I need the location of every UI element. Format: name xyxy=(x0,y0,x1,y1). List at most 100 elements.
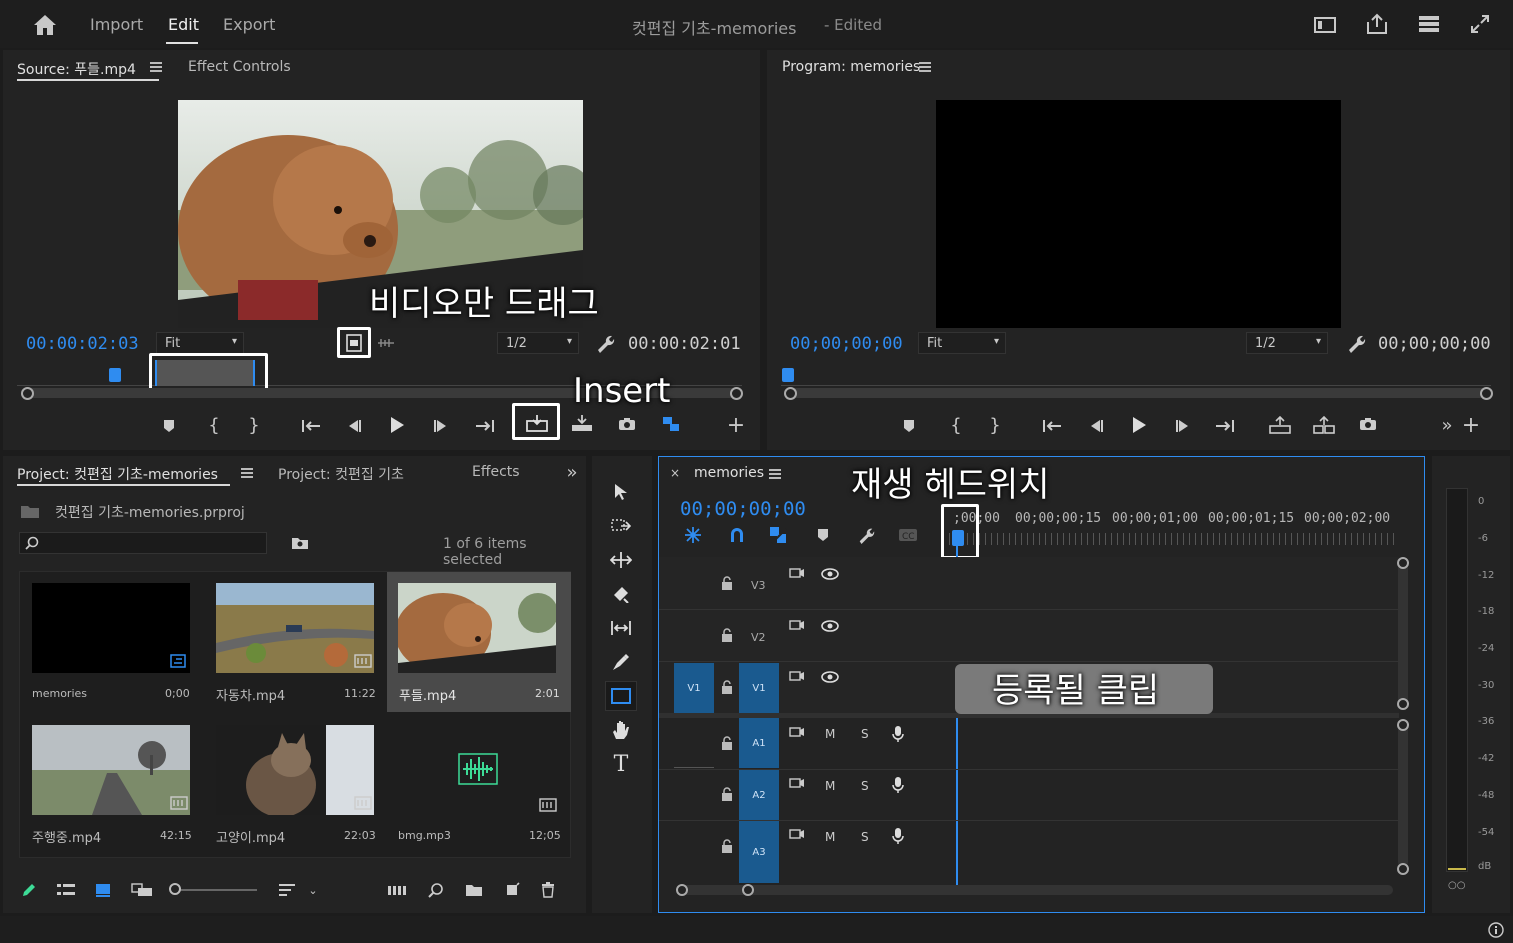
trash-icon[interactable] xyxy=(537,880,559,900)
mark-in-icon[interactable]: { xyxy=(204,414,224,436)
lock-icon[interactable] xyxy=(719,785,735,803)
scroll-handle[interactable] xyxy=(676,884,688,896)
automate-to-sequence-icon[interactable] xyxy=(385,880,409,900)
drag-audio-only-icon[interactable] xyxy=(375,335,397,351)
mute-button[interactable]: M xyxy=(825,779,835,793)
step-forward-icon[interactable] xyxy=(430,416,452,436)
program-scroll-right-handle[interactable] xyxy=(1480,387,1493,400)
find-icon[interactable] xyxy=(425,880,447,900)
nest-icon[interactable] xyxy=(682,525,704,545)
tab-project-memories[interactable]: Project: 컷편집 기초-memories xyxy=(17,464,218,484)
source-timecode-in[interactable]: 00:00:02:03 xyxy=(26,334,139,354)
microphone-icon[interactable] xyxy=(889,826,907,846)
mark-out-icon[interactable]: } xyxy=(244,414,264,436)
mark-in-icon[interactable]: { xyxy=(946,414,966,436)
panel-menu-icon[interactable] xyxy=(917,60,933,74)
source-scroll-left-handle[interactable] xyxy=(21,387,34,400)
scroll-handle[interactable] xyxy=(1397,698,1409,710)
audio-vertical-scroll[interactable] xyxy=(1398,725,1408,867)
pen-tool-icon[interactable] xyxy=(609,650,633,674)
program-scroll-bar[interactable] xyxy=(789,388,1489,398)
step-back-icon[interactable] xyxy=(1085,416,1107,436)
add-marker-icon[interactable] xyxy=(813,525,833,545)
program-resolution-select[interactable]: 1/2 ▾ xyxy=(1246,332,1328,354)
drag-video-only-icon[interactable] xyxy=(344,333,364,353)
track-target-a3[interactable]: A3 xyxy=(739,821,779,883)
eye-icon[interactable] xyxy=(820,617,840,635)
nav-import[interactable]: Import xyxy=(90,15,143,34)
solo-button[interactable]: S xyxy=(861,779,869,793)
microphone-icon[interactable] xyxy=(889,775,907,795)
microphone-icon[interactable] xyxy=(889,724,907,744)
sync-lock-icon[interactable] xyxy=(787,826,807,844)
play-icon[interactable] xyxy=(385,414,409,436)
tab-program[interactable]: Program: memories xyxy=(782,59,920,75)
source-patch-v1[interactable]: V1 xyxy=(674,663,714,713)
sync-lock-icon[interactable] xyxy=(787,668,807,686)
lock-icon[interactable] xyxy=(719,626,735,644)
captions-icon[interactable]: CC xyxy=(896,525,920,545)
step-forward-icon[interactable] xyxy=(1172,416,1194,436)
lock-icon[interactable] xyxy=(719,837,735,855)
type-tool-icon[interactable]: T xyxy=(609,752,633,777)
track-target-a2[interactable]: A2 xyxy=(739,770,779,820)
lock-icon[interactable] xyxy=(719,678,735,696)
tab-source[interactable]: Source: 푸들.mp4 xyxy=(17,59,136,79)
timeline-time-ruler[interactable] xyxy=(949,533,1397,545)
track-target-a1[interactable]: A1 xyxy=(739,718,779,768)
sync-lock-icon[interactable] xyxy=(787,565,807,583)
solo-button[interactable]: S xyxy=(861,830,869,844)
track-select-tool-icon[interactable] xyxy=(609,514,633,538)
timeline-playhead-handle[interactable] xyxy=(952,530,964,546)
nav-export[interactable]: Export xyxy=(223,15,275,34)
ripple-edit-tool-icon[interactable] xyxy=(609,548,633,572)
marker-icon[interactable] xyxy=(899,416,919,436)
program-scroll-left-handle[interactable] xyxy=(784,387,797,400)
project-search-input[interactable] xyxy=(19,532,267,554)
extract-icon[interactable] xyxy=(1311,414,1337,436)
eye-icon[interactable] xyxy=(820,668,840,686)
nav-edit[interactable]: Edit xyxy=(168,15,199,34)
lock-icon[interactable] xyxy=(719,734,735,752)
play-icon[interactable] xyxy=(1127,414,1151,436)
wrench-icon[interactable] xyxy=(855,525,877,545)
sort-icon[interactable] xyxy=(275,880,299,900)
camera-icon[interactable] xyxy=(1356,414,1380,434)
selection-tool-icon[interactable] xyxy=(609,480,633,504)
slip-tool-icon[interactable] xyxy=(609,616,633,640)
share-icon[interactable] xyxy=(1364,12,1390,36)
home-icon[interactable] xyxy=(30,12,60,38)
program-fit-select[interactable]: Fit ▾ xyxy=(918,332,1006,354)
list-item[interactable] xyxy=(32,583,190,673)
scroll-handle[interactable] xyxy=(1397,557,1409,569)
list-item[interactable] xyxy=(398,583,556,673)
tab-project-basic[interactable]: Project: 컷편집 기초 xyxy=(278,464,404,484)
workspace-icon[interactable] xyxy=(1312,14,1338,36)
zoom-slider[interactable] xyxy=(177,889,257,891)
track-target-v1[interactable]: V1 xyxy=(739,663,779,713)
more-controls-icon[interactable]: » xyxy=(1436,414,1458,436)
video-vertical-scroll[interactable] xyxy=(1398,563,1408,705)
scroll-handle[interactable] xyxy=(1397,719,1409,731)
go-to-in-icon[interactable] xyxy=(299,416,323,436)
info-icon[interactable] xyxy=(1486,920,1506,940)
pencil-icon[interactable] xyxy=(19,880,39,900)
list-item[interactable] xyxy=(216,725,374,815)
source-resolution-select[interactable]: 1/2 ▾ xyxy=(497,332,579,354)
lock-icon[interactable] xyxy=(719,574,735,592)
snap-icon[interactable] xyxy=(726,525,748,545)
new-bin-icon[interactable] xyxy=(463,880,485,900)
close-icon[interactable]: × xyxy=(667,465,683,481)
program-time-ruler[interactable] xyxy=(781,366,1491,386)
tab-effect-controls[interactable]: Effect Controls xyxy=(188,59,291,75)
scroll-handle[interactable] xyxy=(742,884,754,896)
wrench-icon[interactable] xyxy=(593,332,617,354)
sync-lock-icon[interactable] xyxy=(787,724,807,742)
source-playhead[interactable] xyxy=(109,368,121,382)
timeline-timecode[interactable]: 00;00;00;00 xyxy=(680,498,806,520)
solo-button[interactable]: S xyxy=(861,727,869,741)
lift-icon[interactable] xyxy=(1267,414,1293,436)
sync-lock-icon[interactable] xyxy=(787,775,807,793)
list-item[interactable] xyxy=(216,583,374,673)
program-timecode-in[interactable]: 00;00;00;00 xyxy=(790,334,903,354)
